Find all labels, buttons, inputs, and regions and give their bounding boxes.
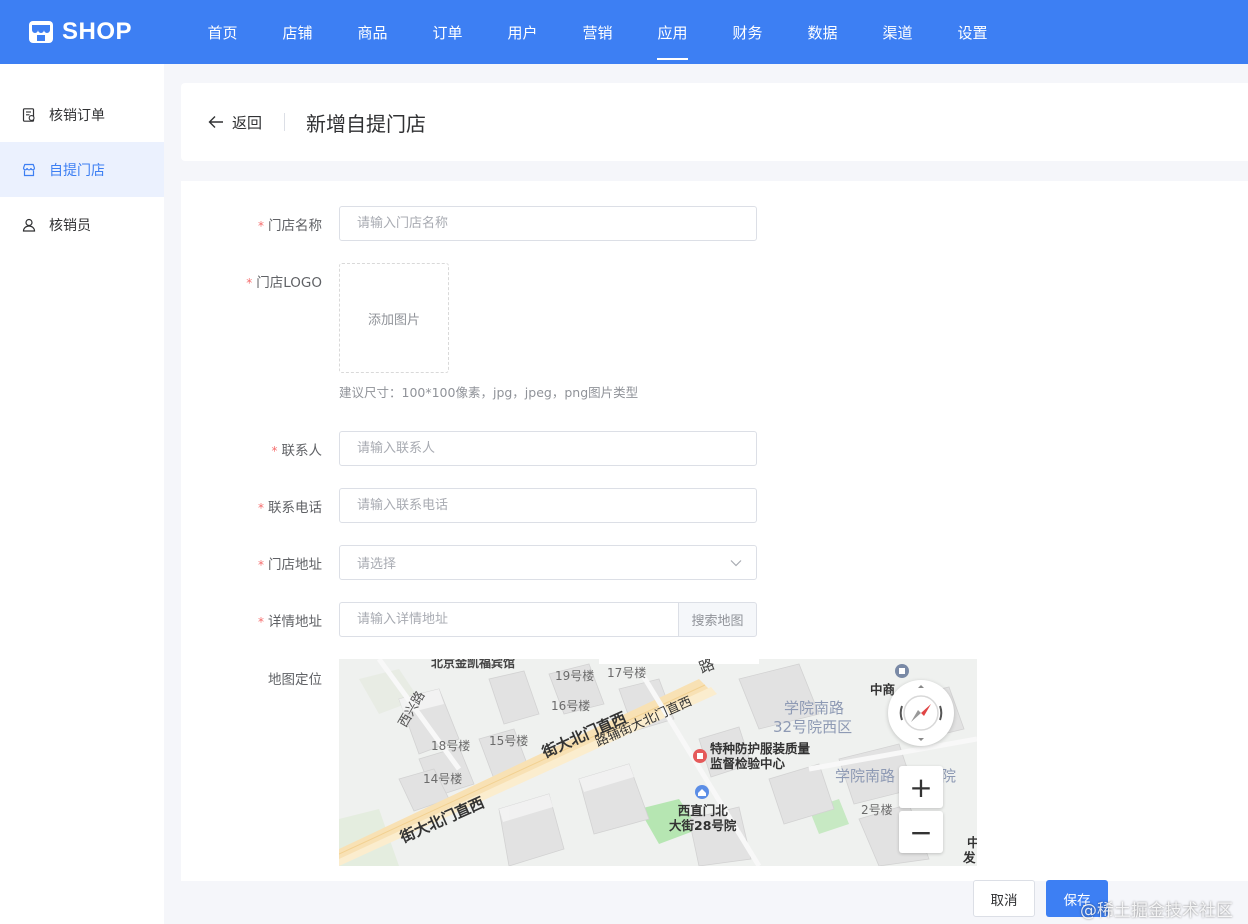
brand-name: SHOP (62, 18, 133, 45)
shop-icon (29, 21, 53, 43)
map-label-edge-1: 中 (967, 835, 977, 850)
map-zoom-in-button[interactable]: + (899, 766, 943, 808)
form-row-phone: * 联系电话 (181, 496, 322, 516)
phone-input[interactable] (339, 488, 757, 523)
required-mark: * (258, 501, 264, 515)
top-nav-bar: SHOP 首页 店铺 商品 订单 用户 营销 应用 财务 数据 渠道 设置 (0, 0, 1248, 64)
form-row-store-name: * 门店名称 (181, 214, 322, 234)
required-mark: * (246, 276, 253, 290)
map-label-district-2: 32号院西区 (773, 718, 853, 736)
store-icon (22, 163, 36, 176)
address-select[interactable]: 请选择 (339, 545, 757, 580)
required-mark: * (258, 615, 264, 629)
required-mark: * (271, 444, 278, 458)
watermark: @稀土掘金技术社区 (1080, 901, 1233, 921)
sidebar-item-verifiers[interactable]: 核销员 (0, 197, 164, 252)
map-label-building-17: 17号楼 (607, 666, 647, 680)
upload-label: 添加图片 (367, 312, 420, 328)
store-form: *门店名称 *门店LOGO 添加图片 建议尺寸：100*100像素，jpg，jp… (181, 181, 1248, 881)
header-divider (284, 113, 286, 131)
form-row-address: * 门店地址 (181, 553, 322, 573)
nav-item-goods[interactable]: 商品 (335, 0, 410, 64)
form-row-logo: * 门店LOGO (181, 271, 322, 291)
address-label: * 门店地址 (258, 557, 322, 573)
search-map-button[interactable]: 搜索地图 (678, 602, 757, 637)
nav-item-home[interactable]: 首页 (185, 0, 260, 64)
map-compass-control[interactable] (888, 680, 954, 746)
sidebar-item-label: 自提门店 (49, 162, 105, 179)
map-view[interactable]: 北京金凯福宾馆 19号楼 17号楼 16号楼 18号楼 15号楼 14号楼 2号… (339, 659, 977, 866)
form-row-contact: * 联系人 (181, 439, 323, 459)
sidebar-item-label: 核销订单 (49, 107, 105, 124)
nav-item-users[interactable]: 用户 (485, 0, 560, 64)
form-row-detail-address: * 详情地址 (181, 610, 322, 630)
map-zoom-out-button[interactable]: − (899, 811, 943, 853)
map-label-hotel: 北京金凯福宾馆 (431, 659, 516, 670)
order-doc-icon (22, 107, 35, 122)
map-poi-inspection-center: 特种防护服装质量 监督检验中心 (710, 741, 811, 771)
form-row-map: 地图定位 (181, 668, 322, 688)
sidebar-item-pickup-stores[interactable]: 自提门店 (0, 142, 164, 197)
arrow-left-icon (208, 116, 223, 128)
nav-item-settings[interactable]: 设置 (935, 0, 1010, 64)
detail-address-label: * 详情地址 (258, 614, 322, 630)
chevron-down-icon (730, 559, 742, 566)
required-mark: * (258, 558, 264, 572)
nav-item-finance[interactable]: 财务 (710, 0, 785, 64)
nav-item-data[interactable]: 数据 (785, 0, 860, 64)
map-label-district-3b: 院 (941, 767, 957, 785)
nav-item-channels[interactable]: 渠道 (860, 0, 935, 64)
map-label-building-18: 18号楼 (431, 739, 471, 753)
map-poi-residence: 西直门北 大街28号院 (669, 803, 737, 833)
back-button[interactable]: 返回 (208, 112, 262, 133)
cancel-button[interactable]: 取消 (973, 880, 1035, 917)
user-icon (22, 218, 36, 232)
map-label-building-14: 14号楼 (423, 772, 463, 786)
sidebar-item-verify-orders[interactable]: 核销订单 (0, 87, 164, 142)
nav-item-apps[interactable]: 应用 (635, 0, 710, 64)
logo-size-hint: 建议尺寸：100*100像素，jpg，jpeg，png图片类型 (339, 385, 639, 400)
detail-address-input[interactable] (339, 602, 678, 637)
map-label-building-19: 19号楼 (555, 669, 595, 683)
contact-label: * 联系人 (271, 443, 323, 459)
contact-input[interactable] (339, 431, 757, 466)
address-select-placeholder: 请选择 (357, 557, 397, 572)
compass-icon (899, 685, 943, 741)
map-label-district-3: 学院南路 (835, 767, 896, 785)
map-label-edge-2: 发 (963, 850, 976, 865)
sidebar: 核销订单 自提门店 核销员 (0, 64, 164, 924)
required-mark: * (258, 219, 264, 233)
phone-label: * 联系电话 (258, 500, 322, 516)
back-label: 返回 (232, 113, 263, 132)
map-label-building-2: 2号楼 (861, 803, 893, 817)
sidebar-item-label: 核销员 (49, 217, 91, 234)
nav-item-shop[interactable]: 店铺 (260, 0, 335, 64)
page-header: 返回 新增自提门店 (181, 83, 1248, 161)
page-title: 新增自提门店 (306, 111, 427, 136)
detail-address-group: 搜索地图 (339, 602, 757, 637)
brand[interactable]: SHOP (28, 18, 185, 46)
nav-item-orders[interactable]: 订单 (410, 0, 485, 64)
store-name-input[interactable] (339, 206, 757, 241)
main-nav: 首页 店铺 商品 订单 用户 营销 应用 财务 数据 渠道 设置 (185, 0, 1010, 64)
logo-upload[interactable]: 添加图片 (339, 263, 449, 373)
nav-item-marketing[interactable]: 营销 (560, 0, 635, 64)
map-label-building-15: 15号楼 (489, 734, 529, 748)
store-name-label: * 门店名称 (258, 218, 322, 234)
logo-label: * 门店LOGO (246, 275, 322, 291)
map-label-district-1: 学院南路 (784, 699, 845, 717)
map-label-building-16: 16号楼 (551, 699, 591, 713)
map-label: 地图定位 (268, 672, 322, 688)
